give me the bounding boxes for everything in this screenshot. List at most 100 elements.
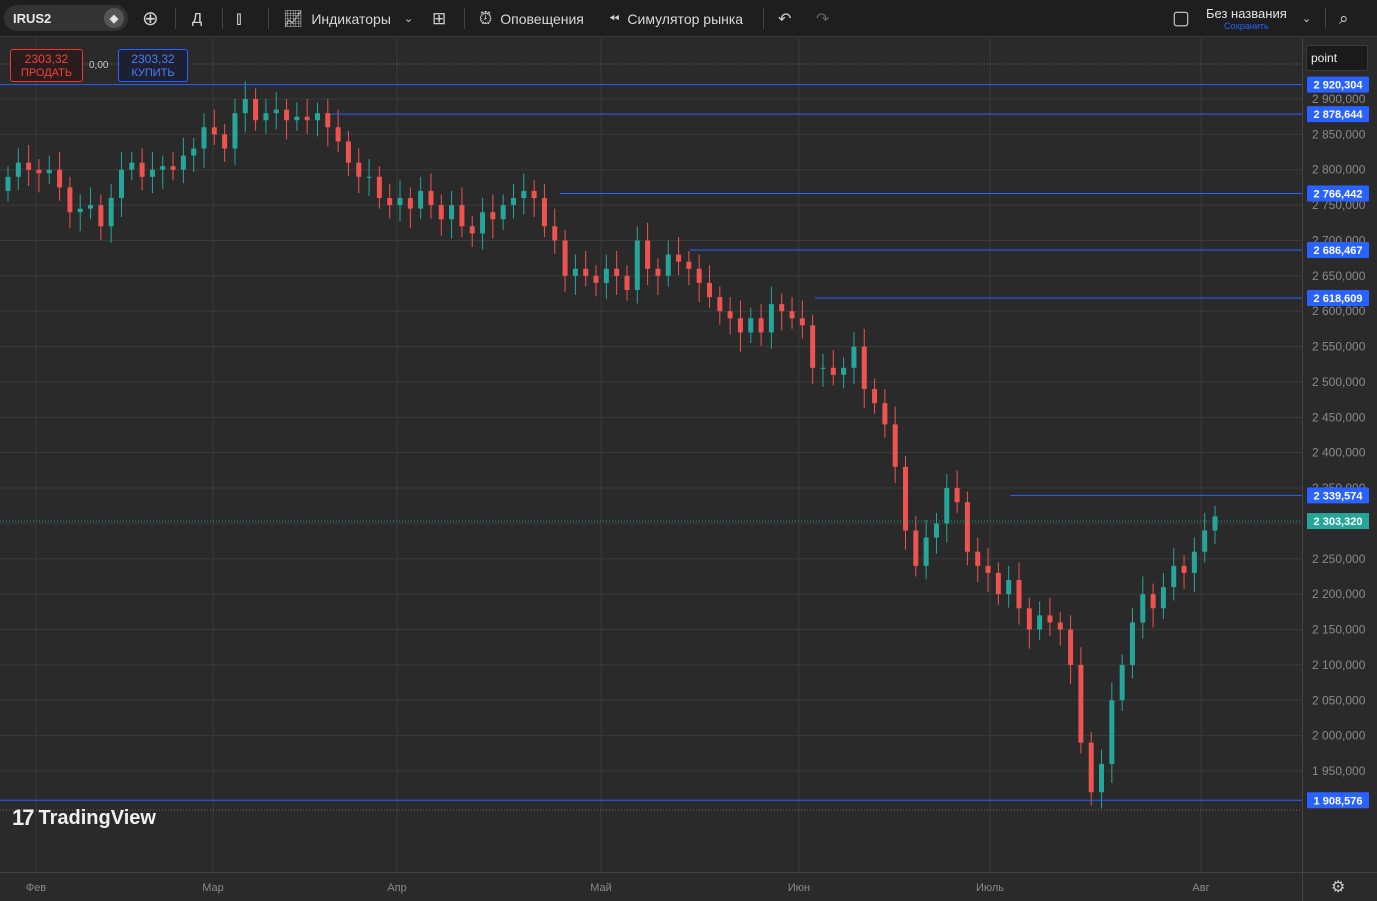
month-label: Апр bbox=[387, 882, 406, 894]
units-box[interactable]: point bbox=[1306, 45, 1368, 71]
candle-body bbox=[36, 169, 42, 174]
candle-body bbox=[882, 403, 888, 425]
separator bbox=[464, 8, 465, 29]
candle-body bbox=[1109, 700, 1115, 764]
replay-button[interactable]: ⏪︎ Симулятор рынка bbox=[609, 0, 743, 37]
candle-body bbox=[242, 99, 248, 114]
quick-search-icon[interactable]: ⌕ bbox=[1339, 0, 1349, 37]
level-price-label: 2 686,467 bbox=[1314, 245, 1363, 257]
candle-body bbox=[768, 304, 774, 333]
scale-settings[interactable]: ⚙ bbox=[1302, 872, 1377, 901]
candle-body bbox=[1099, 763, 1105, 793]
save-link[interactable]: Сохранить bbox=[1224, 21, 1269, 31]
candle-body bbox=[1160, 587, 1166, 609]
candle-body bbox=[449, 205, 455, 220]
candle-body bbox=[707, 282, 713, 298]
interval-button[interactable]: Д bbox=[192, 0, 202, 37]
price-tick-label: 2 600,000 bbox=[1312, 304, 1366, 318]
candle-body bbox=[459, 205, 465, 227]
candle-body bbox=[531, 190, 537, 199]
candle-body bbox=[201, 127, 207, 149]
candle-body bbox=[428, 190, 434, 206]
symbol-search[interactable]: IRUS2 ◈ bbox=[4, 5, 128, 31]
candle-body bbox=[98, 205, 104, 227]
price-tick-label: 2 200,000 bbox=[1312, 587, 1366, 601]
candle-body bbox=[139, 162, 145, 177]
candle-body bbox=[789, 311, 795, 319]
candle-body bbox=[500, 205, 506, 220]
price-tick-label: 2 150,000 bbox=[1312, 623, 1366, 637]
candle-body bbox=[861, 346, 867, 390]
candle-body bbox=[583, 268, 589, 276]
chart-pane[interactable] bbox=[0, 38, 1302, 872]
candle-body bbox=[964, 502, 970, 552]
buy-label: КУПИТЬ bbox=[131, 67, 175, 79]
candle-body bbox=[314, 113, 320, 121]
indicators-button[interactable]: 📈︎ Индикаторы bbox=[283, 0, 391, 37]
candle-body bbox=[387, 198, 393, 206]
candle-body bbox=[1140, 594, 1146, 623]
candle-body bbox=[717, 297, 723, 312]
candle-body bbox=[490, 212, 496, 220]
undo-icon[interactable]: ↶ bbox=[778, 0, 791, 37]
separator bbox=[1325, 8, 1326, 29]
layout-grid-icon[interactable]: ⊞ bbox=[432, 0, 446, 37]
candle-body bbox=[872, 389, 878, 404]
month-label: Авг bbox=[1192, 882, 1209, 894]
chevron-down-icon[interactable]: ⌄ bbox=[404, 0, 413, 37]
sell-button[interactable]: 2303,32 ПРОДАТЬ bbox=[10, 49, 83, 82]
logo-text: TradingView bbox=[38, 806, 156, 829]
sell-label: ПРОДАТЬ bbox=[20, 67, 73, 79]
candle-body bbox=[727, 311, 733, 319]
candle-body bbox=[1057, 622, 1063, 630]
candle-body bbox=[975, 551, 981, 566]
candle-body bbox=[985, 565, 991, 573]
level-price-label: 1 908,576 bbox=[1314, 795, 1363, 807]
month-label: Фев bbox=[26, 882, 46, 894]
redo-icon[interactable]: ↷ bbox=[816, 0, 829, 37]
candle-body bbox=[222, 134, 228, 149]
month-label: Май bbox=[590, 882, 612, 894]
candle-body bbox=[149, 169, 155, 177]
candle-body bbox=[1212, 516, 1218, 531]
candle-body bbox=[1191, 551, 1197, 573]
add-symbol-icon[interactable]: ⊕ bbox=[142, 0, 159, 37]
candle-body bbox=[1006, 580, 1012, 595]
candle-body bbox=[180, 155, 186, 170]
candle-body bbox=[160, 166, 166, 170]
alerts-button[interactable]: ⏰︎ Оповещения bbox=[479, 0, 584, 37]
layout-title[interactable]: Без названия bbox=[1206, 6, 1287, 21]
tradingview-logo: 17 TradingView bbox=[12, 805, 156, 831]
trading-app: IRUS2 ◈ ⊕ Д ⫾ 📈︎ Индикаторы ⌄ ⊞ ⏰︎ Опове… bbox=[0, 0, 1377, 901]
candle-body bbox=[1181, 565, 1187, 573]
buy-price: 2303,32 bbox=[131, 52, 175, 66]
candle-body bbox=[366, 176, 372, 178]
candle-body bbox=[170, 166, 176, 170]
last-price-label: 2 303,320 bbox=[1314, 516, 1363, 528]
candles-icon[interactable]: ⫾ bbox=[236, 0, 242, 37]
candle-body bbox=[676, 254, 682, 262]
candle-body bbox=[118, 169, 124, 199]
candle-body bbox=[810, 325, 816, 368]
price-tick-label: 2 900,000 bbox=[1312, 92, 1366, 106]
symbol-name: IRUS2 bbox=[13, 10, 52, 26]
price-scale[interactable]: 2 900,000 2 850,000 2 800,000 2 750,000 2 70… bbox=[1302, 38, 1377, 872]
layout-square-icon[interactable]: ▢ bbox=[1172, 0, 1190, 37]
price-tick-label: 2 000,000 bbox=[1312, 729, 1366, 743]
chevron-down-icon[interactable]: ⌄ bbox=[1302, 0, 1311, 37]
gear-icon[interactable]: ⚙ bbox=[1331, 877, 1345, 897]
candle-body bbox=[438, 205, 444, 220]
alarm-clock-icon: ⏰︎ bbox=[479, 8, 493, 28]
candle-body bbox=[67, 187, 73, 213]
top-toolbar: IRUS2 ◈ ⊕ Д ⫾ 📈︎ Индикаторы ⌄ ⊞ ⏰︎ Опове… bbox=[0, 0, 1377, 37]
candle-body bbox=[273, 109, 279, 114]
level-price-label: 2 766,442 bbox=[1314, 188, 1363, 200]
symbol-compare-icon[interactable]: ◈ bbox=[104, 8, 124, 28]
buy-button[interactable]: 2303,32 КУПИТЬ bbox=[118, 49, 188, 82]
price-tick-label: 1 950,000 bbox=[1312, 764, 1366, 778]
candle-body bbox=[779, 304, 785, 312]
time-scale[interactable]: Фев Мар Апр Май Июн Июль Авг bbox=[0, 872, 1302, 901]
candle-body bbox=[1016, 580, 1022, 609]
candle-body bbox=[325, 113, 331, 128]
chart-canvas[interactable] bbox=[0, 38, 1302, 872]
